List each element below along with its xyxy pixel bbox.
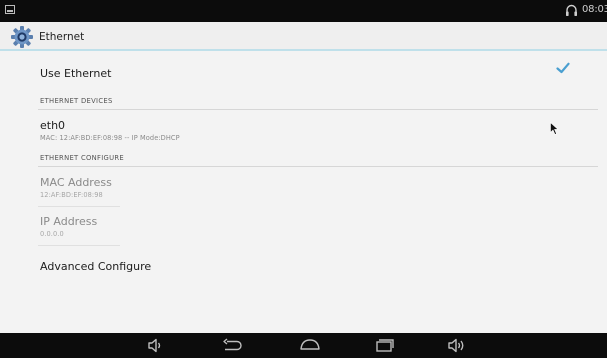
navigation-bar xyxy=(0,333,607,358)
advanced-configure-item[interactable]: Advanced Configure xyxy=(40,260,587,273)
mouse-pointer-icon xyxy=(550,122,559,135)
ethernet-configure-header: ETHERNET CONFIGURE xyxy=(40,154,587,162)
checkbox-checked-icon[interactable] xyxy=(556,62,570,74)
headset-icon xyxy=(566,4,577,16)
volume-down-icon[interactable] xyxy=(147,337,165,354)
device-eth0-item[interactable]: eth0 MAC: 12:AF:BD:EF:08:98 -- IP Mode:D… xyxy=(40,119,587,142)
ip-address-item: IP Address 0.0.0.0 xyxy=(40,215,587,238)
use-ethernet-item[interactable]: Use Ethernet xyxy=(40,67,587,80)
action-bar: Ethernet xyxy=(0,22,607,51)
home-icon[interactable] xyxy=(297,337,323,354)
mac-address-value: 12:AF:BD:EF:08:98 xyxy=(40,191,103,199)
mac-address-item: MAC Address 12:AF:BD:EF:08:98 xyxy=(40,176,587,199)
status-bar: 08:03 xyxy=(0,0,607,22)
device-name: eth0 xyxy=(40,119,66,132)
mac-address-label: MAC Address xyxy=(40,176,112,189)
use-ethernet-label: Use Ethernet xyxy=(40,67,112,80)
item-divider xyxy=(38,245,120,246)
settings-gear-icon[interactable] xyxy=(10,26,34,48)
section-divider xyxy=(38,166,598,167)
section-header-configure: ETHERNET CONFIGURE xyxy=(40,154,125,162)
ip-address-value: 0.0.0.0 xyxy=(40,230,64,238)
device-summary: MAC: 12:AF:BD:EF:08:98 -- IP Mode:DHCP xyxy=(40,134,180,142)
recents-icon[interactable] xyxy=(373,337,395,354)
screenshot-notification-icon xyxy=(5,5,15,14)
ip-address-label: IP Address xyxy=(40,215,98,228)
volume-up-icon[interactable] xyxy=(447,337,469,354)
page-title: Ethernet xyxy=(39,31,85,43)
section-header-devices: ETHERNET DEVICES xyxy=(40,97,113,105)
status-time: 08:03 xyxy=(582,4,607,15)
item-divider xyxy=(38,206,120,207)
back-icon[interactable] xyxy=(221,337,245,354)
section-divider xyxy=(38,109,598,110)
ethernet-devices-header: ETHERNET DEVICES xyxy=(40,97,587,105)
advanced-configure-label: Advanced Configure xyxy=(40,260,152,273)
